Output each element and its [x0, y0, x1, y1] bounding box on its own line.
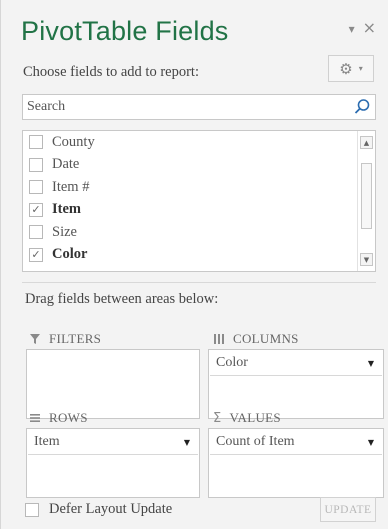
field-item[interactable]: ✓ Item — [23, 199, 375, 222]
values-field-pill[interactable]: Count of Item ▼ — [210, 430, 382, 455]
scroll-up-icon[interactable]: ▲ — [360, 136, 373, 149]
field-checkbox[interactable] — [29, 135, 43, 150]
rows-drop-area[interactable]: Item ▼ — [26, 428, 200, 498]
columns-field-label: Color — [216, 355, 248, 370]
columns-field-pill[interactable]: Color ▼ — [210, 351, 382, 376]
field-label: Item — [52, 201, 81, 218]
field-list-scrollbar[interactable]: ▲ ▼ — [357, 131, 375, 271]
field-label: Color — [52, 246, 88, 263]
scrollbar-thumb[interactable] — [361, 163, 372, 229]
field-item[interactable]: Item # — [23, 176, 375, 199]
sigma-icon: Σ — [213, 410, 222, 426]
search-input[interactable] — [23, 95, 343, 119]
chevron-down-icon: ▾ — [358, 64, 363, 73]
columns-header: COLUMNS — [213, 331, 299, 347]
values-header: Σ VALUES — [213, 410, 281, 426]
values-drop-area[interactable]: Count of Item ▼ — [208, 428, 384, 498]
divider — [22, 282, 376, 283]
rows-field-label: Item — [34, 434, 60, 449]
field-item[interactable]: Date — [23, 154, 375, 177]
rows-label: ROWS — [49, 410, 88, 425]
title-controls: ▾ × — [349, 20, 376, 37]
filters-drop-area[interactable] — [26, 349, 200, 419]
rows-header: ROWS — [29, 410, 88, 426]
scroll-down-icon[interactable]: ▼ — [360, 253, 373, 266]
update-button[interactable]: UPDATE — [320, 497, 376, 522]
field-checkbox-checked[interactable]: ✓ — [29, 202, 43, 217]
field-label: Item # — [52, 178, 90, 195]
field-item[interactable]: Size — [23, 221, 375, 244]
field-label: Size — [52, 223, 77, 240]
rows-field-pill[interactable]: Item ▼ — [28, 430, 198, 455]
pane-subtitle: Choose fields to add to report: — [23, 64, 199, 80]
gear-icon: ⚙ — [339, 59, 353, 78]
dropdown-arrow-icon[interactable]: ▼ — [368, 359, 374, 368]
filters-header: FILTERS — [29, 331, 101, 347]
values-field-label: Count of Item — [216, 434, 295, 449]
field-checkbox-checked[interactable]: ✓ — [29, 247, 43, 262]
defer-checkbox[interactable] — [25, 502, 39, 517]
search-icon[interactable] — [353, 98, 371, 116]
field-checkbox[interactable] — [29, 225, 43, 240]
field-item[interactable]: County — [23, 131, 375, 154]
columns-label: COLUMNS — [233, 331, 299, 346]
pivot-fields-pane: PivotTable Fields ▾ × Choose fields to a… — [0, 0, 388, 529]
defer-label: Defer Layout Update — [49, 501, 173, 517]
pane-title: PivotTable Fields — [21, 16, 229, 46]
filters-label: FILTERS — [49, 331, 102, 346]
defer-layout-update[interactable]: Defer Layout Update — [25, 501, 172, 518]
tools-button[interactable]: ⚙ ▾ — [328, 55, 374, 82]
rows-icon — [30, 414, 40, 422]
dropdown-arrow-icon[interactable]: ▼ — [184, 438, 190, 447]
field-label: Date — [52, 156, 80, 173]
dropdown-arrow-icon[interactable]: ▼ — [368, 438, 374, 447]
field-checkbox[interactable] — [29, 157, 43, 172]
field-label: County — [52, 133, 95, 150]
field-checkbox[interactable] — [29, 180, 43, 195]
values-label: VALUES — [229, 410, 281, 425]
field-list: County Date Item # ✓ Item Size ✓ Color ▲… — [22, 130, 376, 272]
filter-icon — [30, 334, 40, 344]
field-item[interactable]: ✓ Color — [23, 244, 375, 267]
task-pane-options-icon[interactable]: ▾ — [349, 22, 355, 36]
columns-icon — [214, 334, 224, 344]
areas-instruction: Drag fields between areas below: — [25, 291, 219, 307]
close-icon[interactable]: × — [363, 20, 376, 36]
search-box[interactable] — [22, 94, 376, 120]
columns-drop-area[interactable]: Color ▼ — [208, 349, 384, 419]
